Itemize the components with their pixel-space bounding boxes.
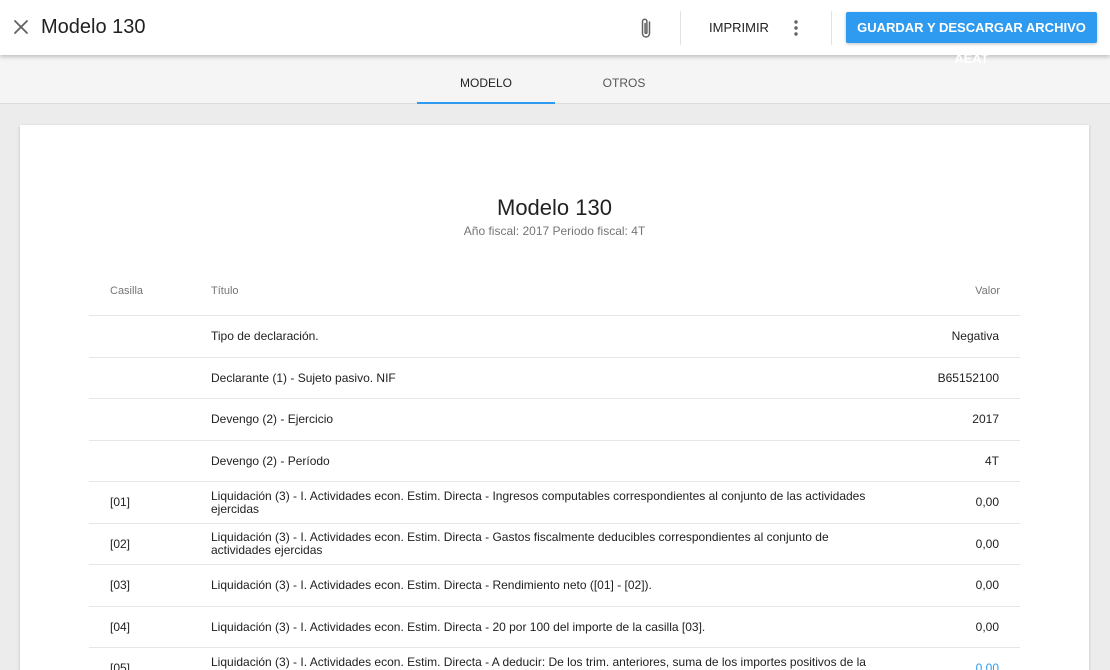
toolbar-divider <box>680 11 681 45</box>
row-value: 2017 <box>972 412 999 426</box>
table-row: [04] Liquidación (3) - I. Actividades ec… <box>89 605 1020 648</box>
table-row: Declarante (1) - Sujeto pasivo. NIF B651… <box>89 356 1020 399</box>
row-box: [04] <box>110 619 131 634</box>
table-row: Devengo (2) - Período 4T <box>89 439 1020 482</box>
table-row: [02] Liquidación (3) - I. Actividades ec… <box>89 522 1020 565</box>
table-row: Devengo (2) - Ejercicio 2017 <box>89 398 1020 440</box>
column-header-box: Casilla <box>110 285 144 297</box>
document-card: Modelo 130 Año fiscal: 2017 Periodo fisc… <box>20 125 1089 670</box>
row-title: Liquidación (3) - I. Actividades econ. E… <box>211 619 706 634</box>
row-title: Tipo de declaración. <box>211 329 319 343</box>
row-box: [03] <box>110 578 131 592</box>
row-title: Declarante (1) - Sujeto pasivo. NIF <box>211 370 396 385</box>
row-title: Devengo (2) - Período <box>211 453 330 468</box>
more-vertical-icon <box>794 20 798 36</box>
table-row: [05] Liquidación (3) - I. Actividades ec… <box>89 647 1020 670</box>
page-title: Modelo 130 <box>41 16 146 38</box>
row-title: Liquidación (3) - I. Actividades econ. E… <box>211 530 829 557</box>
row-value: Negativa <box>951 329 999 343</box>
app-toolbar: Modelo 130 IMPRIMIR GUARDAR Y DESCARGAR … <box>0 0 1110 66</box>
row-value: 4T <box>984 453 999 468</box>
tab-modelo[interactable]: MODELO <box>417 55 555 104</box>
form-table: Tipo de declaración. Negativa Declarante… <box>89 315 1020 670</box>
paperclip-icon <box>641 18 651 38</box>
row-box: [02] <box>110 536 131 551</box>
tab-label: OTROS <box>602 76 646 90</box>
toolbar-divider <box>831 11 832 45</box>
row-box: [05] <box>110 661 131 670</box>
column-header-title: Título <box>211 285 239 297</box>
tab-label: MODELO <box>459 76 512 90</box>
row-value-link[interactable]: 0,00 <box>976 648 999 670</box>
close-icon <box>14 20 28 34</box>
table-row: [03] Liquidación (3) - I. Actividades ec… <box>89 564 1020 606</box>
print-button[interactable]: IMPRIMIR <box>693 14 785 42</box>
row-title: Devengo (2) - Ejercicio <box>211 412 334 426</box>
row-box: [01] <box>110 495 131 509</box>
row-value: 0,00 <box>975 495 999 509</box>
table-row: Tipo de declaración. Negativa <box>89 315 1020 357</box>
row-title: Liquidación (3) - I. Actividades econ. E… <box>211 488 866 516</box>
row-value: 0,00 <box>975 536 999 551</box>
row-title: Liquidación (3) - I. Actividades econ. E… <box>211 654 866 670</box>
row-title: Liquidación (3) - I. Actividades econ. E… <box>211 578 652 592</box>
table-row: [01] Liquidación (3) - I. Actividades ec… <box>89 481 1020 523</box>
row-value: 0,00 <box>975 619 999 634</box>
tab-active-indicator <box>417 102 555 104</box>
more-options-button[interactable] <box>784 14 808 42</box>
tab-otros[interactable]: OTROS <box>555 55 693 103</box>
row-value: B65152100 <box>937 370 999 385</box>
tab-bar: MODELO OTROS <box>0 55 1110 104</box>
row-value: 0,00 <box>975 578 999 592</box>
attach-button[interactable] <box>634 14 658 42</box>
save-and-download-button[interactable]: GUARDAR Y DESCARGAR ARCHIVO AEAT <box>846 12 1097 66</box>
column-header-value: Valor <box>975 285 1000 297</box>
document-subtitle: Año fiscal: 2017 Periodo fiscal: 4T <box>463 224 646 238</box>
document-title: Modelo 130 <box>497 195 612 220</box>
close-button[interactable] <box>8 14 34 40</box>
